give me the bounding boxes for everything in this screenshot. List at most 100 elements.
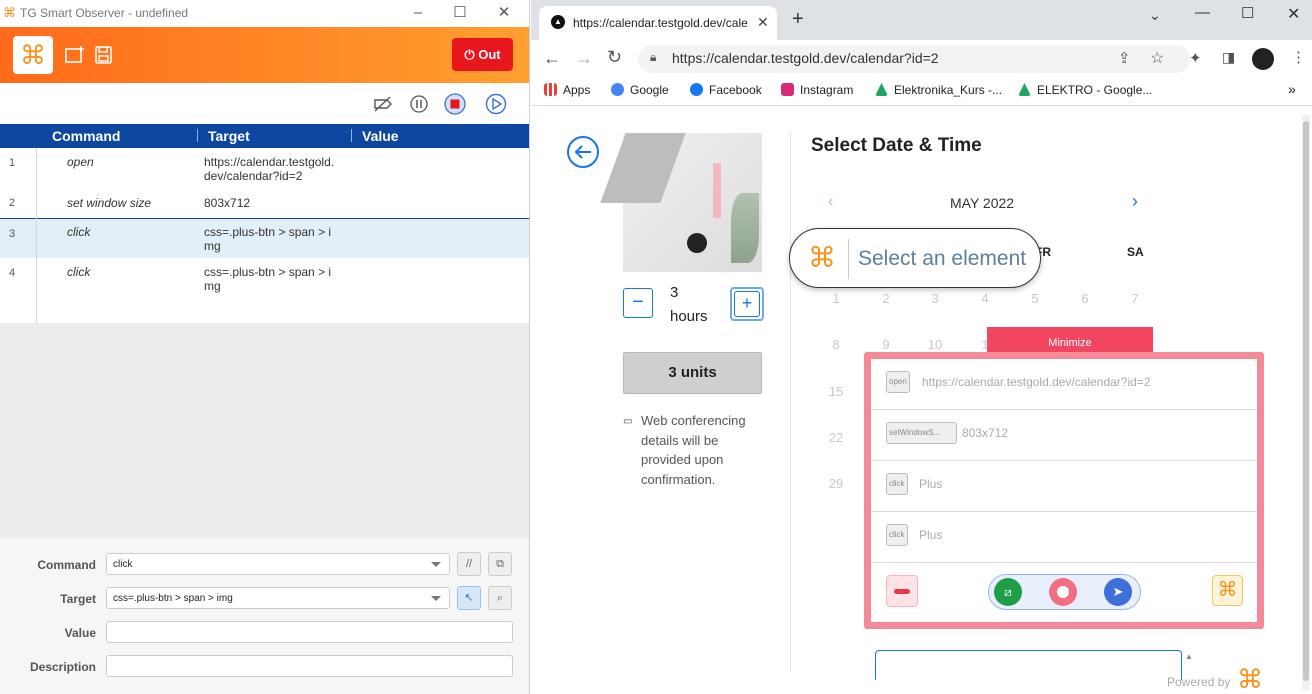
more-bookmarks-icon[interactable]: » xyxy=(1288,81,1296,97)
header-command: Command xyxy=(52,128,121,144)
maximize-window-icon[interactable]: ☐ xyxy=(450,4,470,22)
row-command: click xyxy=(67,225,91,239)
menu-icon[interactable]: ⋮ xyxy=(1291,48,1306,66)
step-chip: click xyxy=(886,473,908,495)
scroll-up-icon[interactable]: ▲ xyxy=(1185,652,1193,661)
calendar-day: 5 xyxy=(1031,291,1039,306)
row-command: open xyxy=(67,155,94,169)
brand-logo-icon: ⌘ xyxy=(1237,664,1263,694)
page-heading: Select Date & Time xyxy=(811,135,982,156)
chevron-left-icon[interactable]: ‹ xyxy=(828,193,833,211)
close-window-icon[interactable]: ✕ xyxy=(1287,4,1300,24)
list-item[interactable]: open https://calendar.testgold.dev/calen… xyxy=(871,359,1257,410)
maximize-window-icon[interactable]: ☐ xyxy=(1241,4,1254,22)
open-icon[interactable]: ⧉ xyxy=(488,552,512,576)
target-label: Target xyxy=(60,592,96,606)
pick-target-icon[interactable]: ↖ xyxy=(457,586,481,610)
new-tab-icon[interactable]: + xyxy=(792,8,804,31)
cmd-logo-icon[interactable]: ⌘ xyxy=(13,36,53,74)
calendar-day: 6 xyxy=(1081,291,1089,306)
divider xyxy=(790,132,791,672)
save-icon[interactable] xyxy=(93,45,115,65)
bookmark-apps[interactable]: Apps xyxy=(544,83,590,97)
month-label: MAY 2022 xyxy=(950,195,1015,211)
step-chip: open xyxy=(886,371,910,393)
browser-tab[interactable]: ▲ https://calendar.testgold.dev/cale ✕ xyxy=(539,6,777,40)
video-icon: ▭ xyxy=(623,416,633,427)
units-button[interactable]: 3 units xyxy=(623,352,762,394)
time-slot-input[interactable] xyxy=(875,650,1182,680)
value-label: Value xyxy=(64,626,96,640)
list-item[interactable]: click Plus xyxy=(871,512,1257,563)
list-item[interactable]: click Plus xyxy=(871,461,1257,512)
bookmark-star-icon[interactable]: ☆ xyxy=(1150,48,1164,68)
apps-grid-icon xyxy=(544,83,557,96)
tab-strip: ▲ https://calendar.testgold.dev/cale ✕ +… xyxy=(531,0,1312,40)
list-item[interactable]: setWindowS... 803x712 xyxy=(871,410,1257,461)
tab-close-icon[interactable]: ✕ xyxy=(757,14,769,31)
table-row[interactable]: 4 click css=.plus-btn > span > img xyxy=(0,258,529,302)
play-icon[interactable] xyxy=(485,93,507,115)
cmd-logo-icon[interactable]: ⌘ xyxy=(1212,575,1243,606)
select-element-pill[interactable]: ⌘ Select an element xyxy=(789,228,1041,288)
reload-icon[interactable]: ↻ xyxy=(607,47,622,68)
chevron-right-icon[interactable]: › xyxy=(1132,191,1138,212)
calendar-day: 7 xyxy=(1131,291,1139,306)
minimize-window-icon[interactable]: – xyxy=(408,4,428,22)
table-row[interactable]: 2 set window size 803x712 xyxy=(0,192,529,218)
tab-search-icon[interactable]: ⌄ xyxy=(1149,7,1161,24)
minus-icon[interactable]: − xyxy=(623,288,653,318)
bookmark-elektronika[interactable]: Elektronika_Kurs -... xyxy=(875,83,1002,97)
table-row[interactable]: 1 open https://calendar.testgold.dev/cal… xyxy=(0,148,529,192)
bookmark-elektro[interactable]: ELEKTRO - Google... xyxy=(1018,83,1152,97)
bookmark-instagram[interactable]: Instagram xyxy=(781,83,853,97)
powered-by-label: Powered by xyxy=(1167,675,1231,689)
lock-icon[interactable]: 🔒︎ xyxy=(650,50,656,65)
pen-shape xyxy=(713,163,721,218)
scrollbar[interactable] xyxy=(1302,115,1310,690)
calendar-day: 22 xyxy=(828,430,844,445)
table-row-selected[interactable]: 3 click css=.plus-btn > span > img xyxy=(0,218,529,258)
back-icon[interactable]: ← xyxy=(543,48,561,69)
hours-value: 3 xyxy=(670,284,679,301)
url-text: https://calendar.testgold.dev/calendar?i… xyxy=(672,50,939,66)
extensions-icon[interactable]: ✦ xyxy=(1189,49,1202,67)
record-stop-icon[interactable] xyxy=(444,93,466,115)
forward-icon[interactable]: → xyxy=(575,48,593,69)
profile-avatar[interactable] xyxy=(1252,48,1274,70)
no-breakpoint-icon[interactable] xyxy=(372,95,394,113)
back-arrow-icon[interactable] xyxy=(566,135,600,169)
pause-icon[interactable] xyxy=(409,94,429,114)
delete-icon[interactable] xyxy=(886,575,918,607)
step-chip: click xyxy=(886,524,908,546)
plus-button[interactable]: + xyxy=(730,287,764,321)
target-select[interactable]: css=.plus-btn > span > img xyxy=(106,587,450,609)
bookmark-facebook[interactable]: Facebook xyxy=(690,83,762,97)
address-bar-row: ← → ↻ 🔒︎ https://calendar.testgold.dev/c… xyxy=(531,40,1312,78)
recorder-popup: open https://calendar.testgold.dev/calen… xyxy=(864,352,1264,629)
url-bar[interactable]: 🔒︎ https://calendar.testgold.dev/calenda… xyxy=(638,45,1190,73)
comment-icon[interactable]: // xyxy=(457,552,481,576)
value-input[interactable] xyxy=(106,621,513,643)
description-input[interactable] xyxy=(106,655,513,677)
row-target: css=.plus-btn > span > img xyxy=(204,225,332,253)
close-window-icon[interactable]: ✕ xyxy=(494,4,514,22)
find-icon[interactable]: ⌕ xyxy=(488,586,512,610)
screenshot-icon[interactable]: ⧄ xyxy=(994,578,1022,606)
record-icon[interactable] xyxy=(1049,578,1077,606)
out-button[interactable]: ⏻ Out xyxy=(452,38,513,71)
minimize-window-icon[interactable]: — xyxy=(1195,4,1210,21)
browser-window: ▲ https://calendar.testgold.dev/cale ✕ +… xyxy=(531,0,1312,694)
plant-shape xyxy=(731,193,759,263)
bookmark-google[interactable]: Google xyxy=(611,83,669,97)
command-select[interactable]: click xyxy=(106,553,450,575)
header-target: Target xyxy=(208,128,250,144)
facebook-icon xyxy=(690,83,703,96)
side-panel-icon[interactable]: ◨ xyxy=(1222,49,1235,66)
share-icon[interactable]: ⇪ xyxy=(1118,49,1131,67)
send-icon[interactable]: ➤ xyxy=(1104,578,1132,606)
product-image xyxy=(600,133,762,272)
new-file-icon[interactable] xyxy=(64,45,86,65)
calendar-day: 3 xyxy=(931,291,939,306)
step-text: Plus xyxy=(919,477,943,491)
